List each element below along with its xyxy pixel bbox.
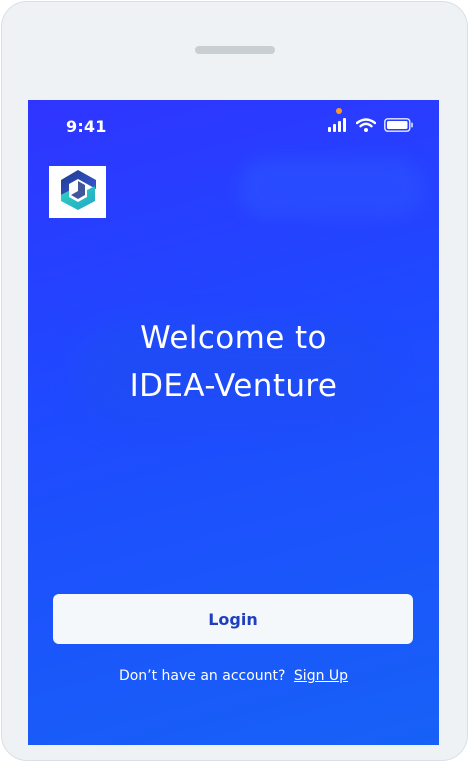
- welcome-line-2: IDEA-Venture: [129, 368, 338, 404]
- welcome-line-1: Welcome to: [140, 320, 327, 356]
- app-screen: 9:41 Welcome to IDEA-Venture Login Don’t…: [28, 100, 439, 745]
- signup-prompt: Don’t have an account?: [118, 668, 286, 684]
- idea-venture-logo-icon: [53, 167, 103, 217]
- signup-row: Don’t have an account? Sign Up: [28, 668, 439, 684]
- cellular-signal-icon: [328, 117, 348, 136]
- blurred-region: [238, 158, 424, 218]
- speaker-grille: [195, 46, 275, 54]
- app-logo: [49, 166, 106, 218]
- welcome-heading: Welcome to IDEA-Venture: [28, 314, 439, 410]
- wifi-icon: [355, 117, 377, 136]
- status-icons: [328, 117, 414, 136]
- status-time: 9:41: [66, 117, 107, 136]
- camera-indicator-dot: [336, 108, 342, 114]
- battery-icon: [384, 117, 414, 136]
- login-button[interactable]: Login: [53, 594, 413, 644]
- signup-link[interactable]: Sign Up: [294, 668, 348, 684]
